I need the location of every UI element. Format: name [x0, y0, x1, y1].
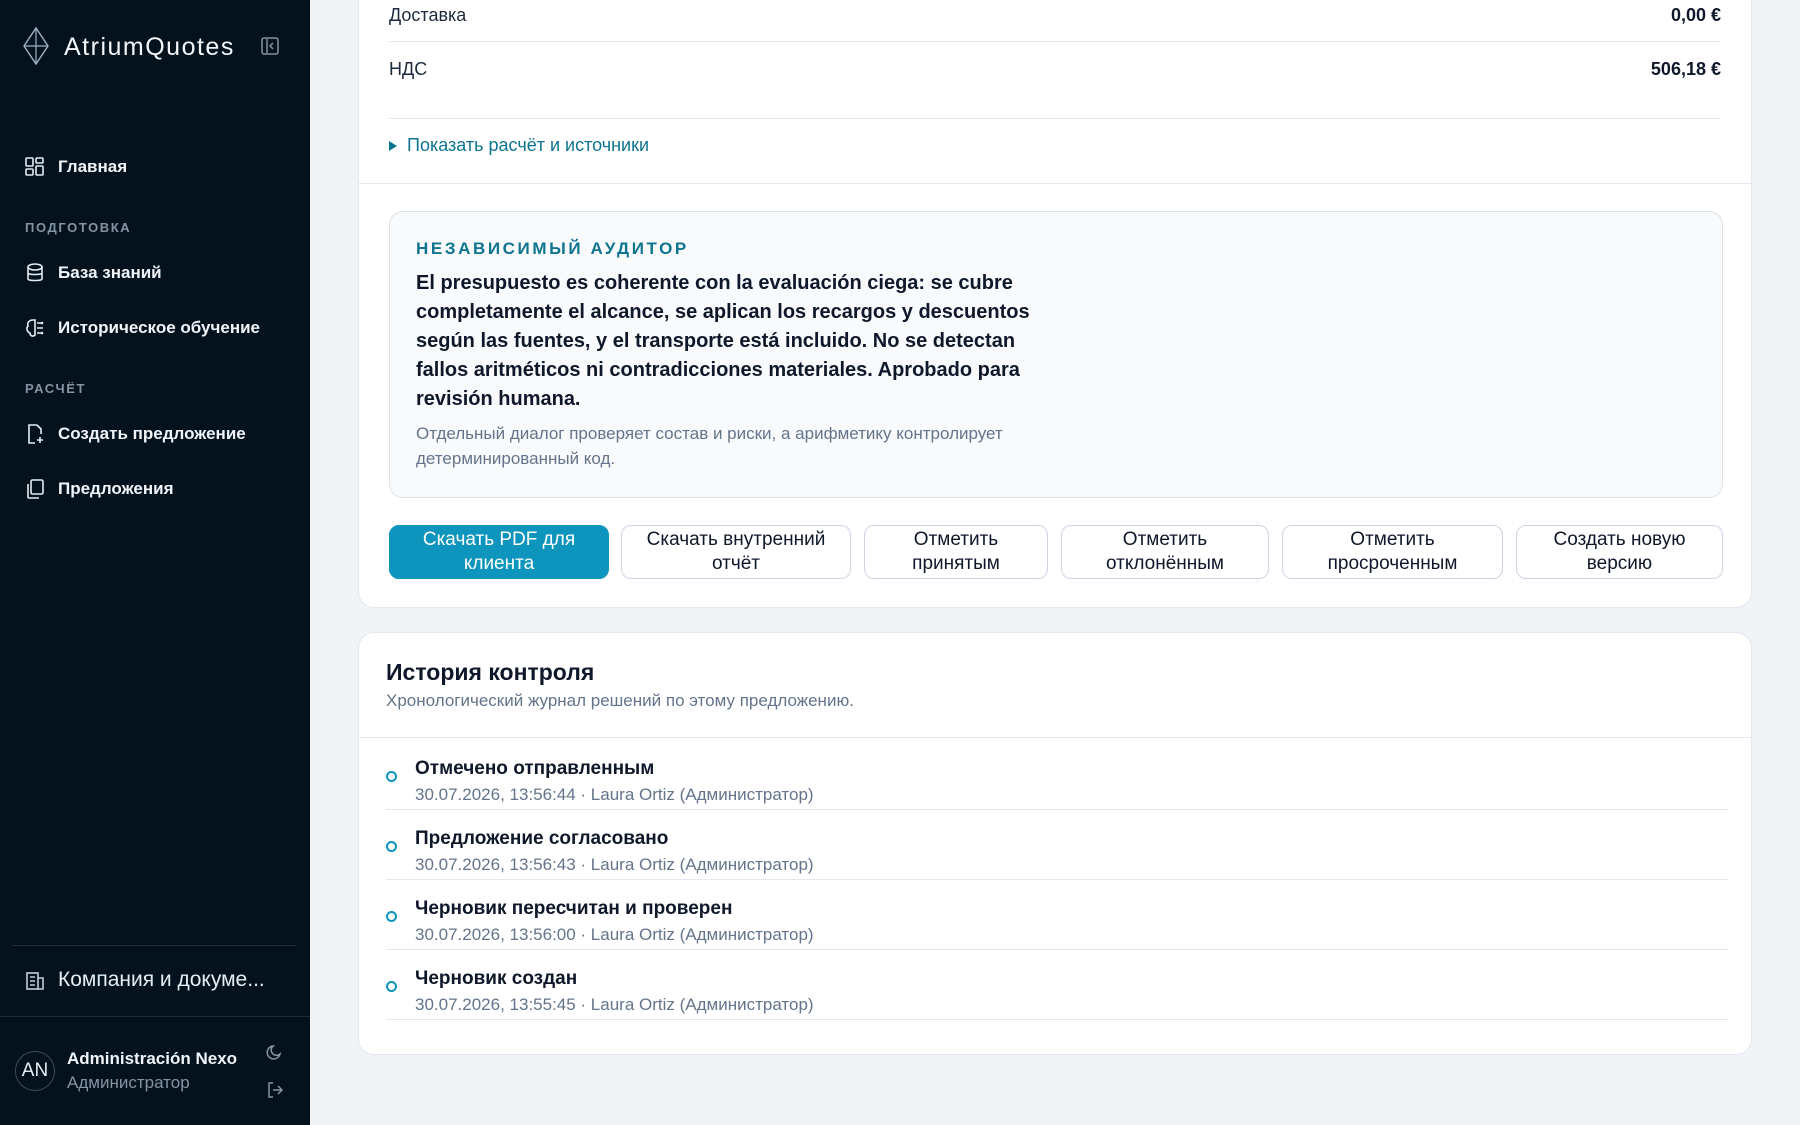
auditor-title: НЕЗАВИСИМЫЙ АУДИТОР — [416, 239, 689, 258]
logo-icon — [23, 26, 49, 66]
auditor-note: Отдельный диалог проверяет состав и риск… — [416, 424, 1003, 468]
sidebar-item-label: Историческое обучение — [58, 318, 261, 337]
section-prep-heading: ПОДГОТОВКА — [25, 220, 132, 235]
user-name: Administración Nexo — [67, 1049, 238, 1068]
history-entry-meta: 30.07.2026, 13:56:44 · Laura Ortiz (Адми… — [415, 785, 814, 804]
sidebar-item-label: Предложения — [58, 479, 174, 498]
history-entry: Черновик создан 30.07.2026, 13:55:45 · L… — [386, 950, 1728, 1020]
show-calculation-label: Показать расчёт и источники — [407, 135, 650, 155]
moon-icon[interactable] — [265, 1042, 285, 1062]
mark-accepted-button[interactable]: Отметить принятым — [864, 525, 1048, 579]
download-internal-report-button[interactable]: Скачать внутренний отчёт — [621, 525, 851, 579]
logout-icon[interactable] — [265, 1080, 285, 1100]
history-entry-label: Черновик создан — [415, 968, 578, 989]
mark-expired-button[interactable]: Отметить просроченным — [1282, 525, 1503, 579]
sidebar-item-label: Главная — [58, 157, 128, 176]
summary-value: 0,00 € — [1670, 4, 1721, 25]
file-plus-icon — [28, 424, 43, 444]
create-new-version-button[interactable]: Создать новую версию — [1516, 525, 1723, 579]
history-entry-meta: 30.07.2026, 13:55:45 · Laura Ortiz (Адми… — [415, 995, 814, 1014]
section-divider — [359, 737, 1751, 738]
summary-label: Доставка — [389, 4, 467, 25]
download-pdf-button[interactable]: Скачать PDF для клиента — [389, 525, 609, 579]
avatar[interactable]: AN — [15, 1051, 55, 1091]
sidebar-item-label: База знаний — [58, 263, 162, 282]
sidebar-item-company[interactable]: Компания и докуме... — [24, 965, 265, 995]
timeline-dot-icon — [386, 981, 397, 992]
sidebar-item-label: Создать предложение — [58, 424, 246, 443]
sidebar-item-offers[interactable]: Предложения — [24, 474, 174, 504]
auditor-verdict: El presupuesto es coherente con la evalu… — [416, 272, 1030, 410]
timeline-dot-icon — [386, 911, 397, 922]
history-entry-meta: 30.07.2026, 13:56:43 · Laura Ortiz (Адми… — [415, 855, 814, 874]
history-entry-meta: 30.07.2026, 13:56:00 · Laura Ortiz (Адми… — [415, 925, 814, 944]
sidebar-item-create-offer[interactable]: Создать предложение — [24, 419, 246, 449]
building-icon — [26, 972, 44, 990]
offer-summary-card: Доставка 0,00 € НДС 506,18 € Показать ра… — [358, 0, 1752, 608]
collapse-sidebar-icon[interactable] — [260, 36, 280, 56]
summary-value: 506,18 € — [1650, 58, 1721, 79]
history-entry-label: Предложение согласовано — [415, 828, 669, 849]
section-calc-heading: РАСЧЁТ — [25, 381, 87, 396]
files-icon — [27, 479, 44, 499]
history-card: История контроля Хронологический журнал … — [358, 632, 1752, 1055]
history-entry-label: Отмечено отправленным — [415, 758, 655, 779]
row-divider — [389, 118, 1721, 119]
caret-right-icon — [389, 140, 397, 151]
summary-row-vat: НДС 506,18 € — [389, 42, 1721, 96]
history-entry: Предложение согласовано 30.07.2026, 13:5… — [386, 810, 1728, 880]
sidebar-item-home[interactable]: Главная — [24, 152, 127, 182]
sidebar-item-label: Компания и докуме... — [58, 968, 265, 991]
history-title: История контроля — [386, 659, 595, 685]
history-entry: Черновик пересчитан и проверен 30.07.202… — [386, 880, 1728, 950]
show-calculation-toggle[interactable]: Показать расчёт и источники — [389, 135, 649, 156]
app-name: AtriumQuotes — [64, 32, 235, 61]
sidebar-divider — [12, 945, 296, 946]
brain-icon — [26, 319, 44, 337]
summary-label: НДС — [389, 58, 428, 79]
mark-rejected-button[interactable]: Отметить отклонённым — [1061, 525, 1269, 579]
summary-row-delivery: Доставка 0,00 € — [389, 0, 1721, 42]
history-entry-label: Черновик пересчитан и проверен — [415, 898, 733, 919]
auditor-panel: НЕЗАВИСИМЫЙ АУДИТОР El presupuesto es co… — [389, 211, 1723, 498]
database-icon — [27, 263, 43, 282]
brand[interactable]: AtriumQuotes — [20, 26, 235, 68]
history-entry: Отмечено отправленным 30.07.2026, 13:56:… — [386, 740, 1728, 810]
dashboard-icon — [25, 157, 44, 176]
timeline-dot-icon — [386, 771, 397, 782]
sidebar-divider — [0, 1016, 310, 1017]
sidebar-item-knowledge[interactable]: База знаний — [24, 258, 162, 288]
timeline-dot-icon — [386, 841, 397, 852]
section-divider — [359, 183, 1751, 184]
history-subtitle: Хронологический журнал решений по этому … — [386, 691, 854, 710]
sidebar: AtriumQuotes Главная ПОДГОТОВКА База зна… — [0, 0, 310, 1125]
user-role: Администратор — [67, 1073, 190, 1092]
sidebar-item-history-learning[interactable]: Историческое обучение — [24, 313, 260, 343]
